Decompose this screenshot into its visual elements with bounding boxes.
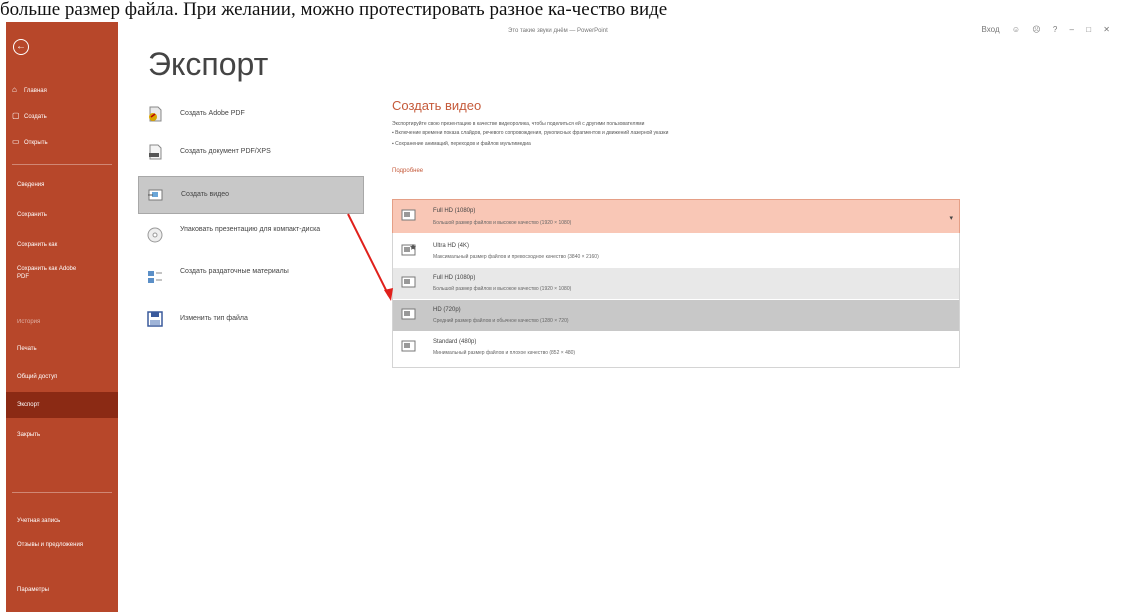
sidebar-item-history[interactable]: История <box>6 309 118 335</box>
sidebar-divider <box>12 164 112 165</box>
quality-option-full-hd[interactable]: Full HD (1080p) Большой размер файлов и … <box>393 268 959 299</box>
bullet-item: ▪ Включение времени показа слайдов, рече… <box>392 130 669 136</box>
sidebar-item-share[interactable]: Общий доступ <box>6 364 118 390</box>
chevron-down-icon: ▾ <box>949 215 953 222</box>
new-document-icon: ▢ <box>12 111 20 120</box>
sidebar-item-new[interactable]: ▢ Создать <box>6 103 118 129</box>
export-option-adobe-pdf[interactable]: Создать Adobe PDF <box>138 98 362 130</box>
adobe-pdf-icon <box>149 106 162 122</box>
back-arrow-icon[interactable]: ← <box>13 39 29 55</box>
sidebar-item-options[interactable]: Параметры <box>6 577 118 603</box>
window-controls: Вход ☺ ☹ ? – □ ✕ <box>972 25 1110 34</box>
monitor-icon <box>401 244 416 256</box>
maximize-icon[interactable]: □ <box>1086 25 1091 34</box>
video-icon <box>148 189 163 201</box>
bullet-item: ▪ Сохранение анимаций, переходов и файло… <box>392 141 531 147</box>
sidebar-item-home[interactable]: ⌂ Главная <box>6 77 118 103</box>
sidebar-divider <box>12 492 112 493</box>
export-option-handouts[interactable]: Создать раздаточные материалы <box>138 262 362 296</box>
learn-more-link[interactable]: Подробнее <box>392 168 423 174</box>
document-caption-text: больше размер файла. При желании, можно … <box>0 0 668 20</box>
video-quality-options: Ultra HD (4K) Максимальный размер файлов… <box>392 233 960 368</box>
quality-option-standard-480p[interactable]: Standard (480p) Минимальный размер файло… <box>393 332 959 363</box>
sidebar-item-print[interactable]: Печать <box>6 336 118 362</box>
sidebar-item-close[interactable]: Закрыть <box>6 422 118 448</box>
export-option-change-file-type[interactable]: Изменить тип файла <box>138 302 362 336</box>
smile-feedback-icon[interactable]: ☺ <box>1012 25 1020 34</box>
sidebar-item-info[interactable]: Сведения <box>6 172 118 198</box>
help-icon[interactable]: ? <box>1053 25 1057 34</box>
monitor-icon <box>401 209 416 221</box>
folder-icon: ▭ <box>12 137 20 146</box>
dropdown-selected-desc: Большой размер файлов и высокое качество… <box>433 220 572 226</box>
monitor-icon <box>401 276 416 288</box>
create-video-description: Экспортируйте свою презентацию в качеств… <box>392 121 645 127</box>
quality-option-hd-720p[interactable]: HD (720p) Средний размер файлов и обычно… <box>393 300 959 331</box>
title-bar: Это такие звуки днём — PowerPoint Вход ☺… <box>118 22 1122 42</box>
minimize-icon[interactable]: – <box>1070 25 1074 34</box>
monitor-icon <box>401 308 416 320</box>
cd-icon <box>147 227 163 243</box>
dropdown-selected-title: Full HD (1080p) <box>433 208 476 214</box>
sidebar-item-save[interactable]: Сохранить <box>6 202 118 228</box>
home-icon: ⌂ <box>12 85 17 94</box>
export-option-create-video[interactable]: Создать видео <box>138 176 364 214</box>
create-video-heading: Создать видео <box>392 98 482 113</box>
sidebar-item-feedback[interactable]: Отзывы и предложения <box>6 536 118 571</box>
sidebar-item-save-as-adobe-pdf[interactable]: Сохранить как Adobe PDF <box>6 260 118 295</box>
backstage-sidebar: ← ⌂ Главная ▢ Создать ▭ Открыть Сведения Со… <box>6 22 118 612</box>
export-option-package-cd[interactable]: Упаковать презентацию для компакт-диска <box>138 220 362 254</box>
sidebar-item-save-as[interactable]: Сохранить как <box>6 232 118 258</box>
handouts-icon <box>148 271 162 283</box>
export-option-pdf-xps[interactable]: Создать документ PDF/XPS <box>138 136 362 168</box>
quality-option-ultra-hd[interactable]: Ultra HD (4K) Максимальный размер файлов… <box>393 236 959 267</box>
monitor-icon <box>401 340 416 352</box>
video-quality-dropdown[interactable]: Full HD (1080p) Большой размер файлов и … <box>392 199 960 235</box>
file-type-icon <box>147 311 163 327</box>
document-title: Это такие звуки днём — PowerPoint <box>508 28 608 34</box>
sidebar-item-account[interactable]: Учетная запись <box>6 508 118 534</box>
pdf-xps-icon <box>149 144 162 160</box>
page-title: Экспорт <box>148 46 269 82</box>
sidebar-item-open[interactable]: ▭ Открыть <box>6 129 118 155</box>
close-icon[interactable]: ✕ <box>1103 25 1110 34</box>
sidebar-item-export[interactable]: Экспорт <box>6 392 118 418</box>
frown-feedback-icon[interactable]: ☹ <box>1032 25 1040 34</box>
signin-link[interactable]: Вход <box>982 25 1000 34</box>
